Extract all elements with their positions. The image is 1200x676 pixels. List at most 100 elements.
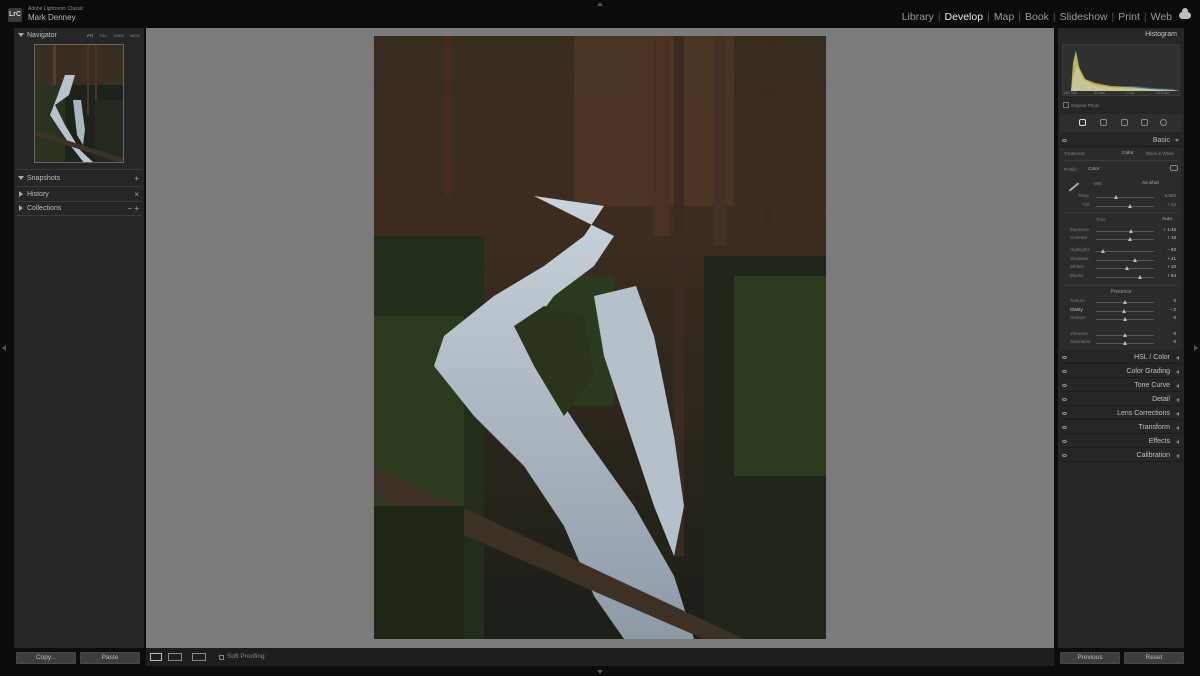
slider-knob[interactable] — [1123, 333, 1127, 337]
dehaze-slider[interactable] — [1096, 317, 1154, 321]
section-lens-corrections[interactable]: Lens Corrections — [1060, 407, 1182, 420]
slider-knob[interactable] — [1127, 237, 1132, 241]
zoom-fill[interactable]: FILL — [99, 33, 107, 38]
white-balance-eyedropper-icon[interactable] — [1068, 182, 1080, 192]
histogram-title[interactable]: Histogram — [1145, 31, 1177, 38]
module-develop[interactable]: Develop — [945, 11, 984, 23]
dehaze-value[interactable]: 0 — [1173, 315, 1176, 320]
temp-value[interactable]: 5,900 — [1165, 193, 1176, 198]
eye-icon[interactable] — [1062, 370, 1067, 373]
saturation-slider[interactable] — [1096, 341, 1154, 345]
collections-header[interactable]: Collections − + — [14, 202, 144, 215]
red-eye-icon[interactable] — [1141, 119, 1148, 126]
eye-icon[interactable] — [1062, 454, 1067, 457]
section-calibration[interactable]: Calibration — [1060, 449, 1182, 462]
zoom-100[interactable]: 100% — [113, 33, 123, 38]
collections-actions-icon[interactable]: − + — [127, 202, 139, 215]
contrast-slider[interactable] — [1096, 237, 1154, 241]
snapshots-header[interactable]: Snapshots + — [14, 172, 144, 185]
paste-button[interactable]: Paste — [80, 652, 140, 664]
profile-value[interactable]: Color — [1088, 167, 1099, 172]
photo-canvas[interactable] — [146, 28, 1054, 648]
highlights-slider[interactable] — [1096, 249, 1154, 253]
navigator-preview[interactable] — [34, 44, 124, 163]
slider-knob[interactable] — [1122, 309, 1127, 313]
module-book[interactable]: Book — [1025, 11, 1049, 23]
slider-knob[interactable] — [1100, 249, 1105, 253]
profile-browser-icon[interactable] — [1170, 165, 1178, 171]
slider-knob[interactable] — [1123, 317, 1127, 321]
hide-left-panel-arrow-icon[interactable] — [2, 345, 6, 351]
main-photo[interactable] — [374, 36, 826, 639]
hide-right-panel-arrow-icon[interactable] — [1194, 345, 1198, 351]
reset-button[interactable]: Reset — [1124, 652, 1184, 664]
loupe-view-icon[interactable] — [150, 653, 162, 661]
eye-icon[interactable] — [1062, 398, 1067, 401]
original-photo-toggle[interactable]: Original Photo — [1063, 102, 1100, 108]
before-after-icon[interactable] — [168, 653, 182, 661]
slider-knob[interactable] — [1128, 229, 1133, 233]
treatment-color[interactable]: Color — [1122, 151, 1133, 156]
shadows-slider[interactable] — [1096, 258, 1154, 262]
whites-slider[interactable] — [1096, 266, 1154, 270]
contrast-value[interactable]: + 18 — [1167, 235, 1176, 240]
eye-icon[interactable] — [1062, 426, 1067, 429]
wb-value[interactable]: As Shot — [1142, 181, 1159, 186]
soft-proofing-checkbox[interactable] — [219, 655, 224, 660]
section-tone-curve[interactable]: Tone Curve — [1060, 379, 1182, 392]
clear-history-icon[interactable]: × — [134, 188, 139, 201]
texture-slider[interactable] — [1096, 300, 1154, 304]
slider-knob[interactable] — [1128, 204, 1132, 208]
module-web[interactable]: Web — [1151, 11, 1172, 23]
saturation-value[interactable]: 0 — [1173, 339, 1176, 344]
vibrance-value[interactable]: 0 — [1173, 331, 1176, 336]
vibrance-slider[interactable] — [1096, 333, 1154, 337]
before-after-split-icon[interactable] — [192, 653, 206, 661]
auto-tone-button[interactable]: Auto — [1162, 217, 1172, 222]
hide-top-panel-arrow-icon[interactable] — [597, 2, 603, 6]
tint-slider[interactable] — [1096, 204, 1154, 208]
shadows-value[interactable]: + 41 — [1167, 256, 1176, 261]
eye-icon[interactable] — [1062, 356, 1067, 359]
hide-filmstrip-arrow-icon[interactable] — [597, 670, 603, 674]
slider-knob[interactable] — [1125, 266, 1130, 270]
zoom-fit[interactable]: FIT — [87, 33, 93, 38]
whites-value[interactable]: + 10 — [1167, 264, 1176, 269]
section-transform[interactable]: Transform — [1060, 421, 1182, 434]
histogram[interactable] — [1062, 44, 1180, 96]
eye-icon[interactable] — [1062, 384, 1067, 387]
tint-value[interactable]: + 24 — [1167, 202, 1176, 207]
module-library[interactable]: Library — [902, 11, 934, 23]
crop-icon[interactable] — [1100, 119, 1107, 126]
slider-knob[interactable] — [1123, 300, 1127, 304]
slider-knob[interactable] — [1133, 258, 1138, 262]
section-hsl-color[interactable]: HSL / Color — [1060, 351, 1182, 364]
treatment-bw[interactable]: Black & White — [1146, 151, 1174, 156]
masking-icon[interactable] — [1160, 119, 1167, 126]
eye-icon[interactable] — [1062, 412, 1067, 415]
clarity-slider[interactable] — [1096, 309, 1154, 313]
section-effects[interactable]: Effects — [1060, 435, 1182, 448]
clarity-value[interactable]: − 2 — [1170, 307, 1176, 312]
texture-value[interactable]: 0 — [1173, 298, 1176, 303]
slider-knob[interactable] — [1114, 195, 1118, 199]
blacks-value[interactable]: + 54 — [1167, 273, 1176, 278]
section-basic[interactable]: Basic — [1060, 134, 1182, 147]
module-slideshow[interactable]: Slideshow — [1060, 11, 1108, 23]
blacks-slider[interactable] — [1096, 275, 1154, 279]
previous-button[interactable]: Previous — [1060, 652, 1120, 664]
eye-icon[interactable] — [1062, 440, 1067, 443]
module-print[interactable]: Print — [1118, 11, 1140, 23]
highlights-value[interactable]: − 83 — [1167, 247, 1176, 252]
navigator-header[interactable]: Navigator FIT FILL 100% 400% — [14, 29, 144, 42]
exposure-value[interactable]: + 1.45 — [1163, 227, 1176, 232]
section-color-grading[interactable]: Color Grading — [1060, 365, 1182, 378]
exposure-slider[interactable] — [1096, 229, 1154, 233]
copy-button[interactable]: Copy... — [16, 652, 76, 664]
history-header[interactable]: History × — [14, 188, 144, 201]
module-map[interactable]: Map — [994, 11, 1014, 23]
healing-icon[interactable] — [1121, 119, 1128, 126]
section-detail[interactable]: Detail — [1060, 393, 1182, 406]
zoom-400[interactable]: 400% — [130, 33, 140, 38]
temp-slider[interactable] — [1096, 195, 1154, 199]
